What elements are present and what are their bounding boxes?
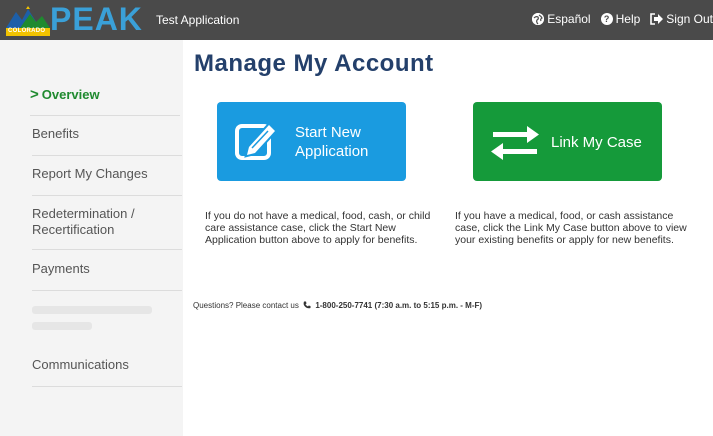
sidebar-item-label: Overview bbox=[41, 87, 100, 102]
sidebar-item-report-changes[interactable]: Report My Changes bbox=[32, 166, 182, 196]
sidebar-item-label: Payments bbox=[32, 261, 90, 276]
sidebar: > Overview Benefits Report My Changes Red… bbox=[0, 40, 183, 436]
top-bar: PEAK COLORADO Test Application Español ?… bbox=[0, 0, 713, 40]
sidebar-item-label: Report My Changes bbox=[32, 166, 148, 181]
swap-arrows-icon bbox=[491, 126, 539, 160]
contact-prefix: Questions? Please contact us bbox=[193, 301, 299, 310]
sidebar-item-benefits[interactable]: Benefits bbox=[32, 126, 182, 156]
chevron-right-icon: > bbox=[30, 86, 39, 103]
link-my-case-label: Link My Case bbox=[551, 134, 642, 151]
help-icon: ? bbox=[600, 13, 613, 25]
link-my-case-button[interactable]: Link My Case bbox=[473, 102, 662, 181]
language-label: Español bbox=[547, 12, 591, 26]
sidebar-item-payments[interactable]: Payments bbox=[32, 261, 182, 291]
sign-out-link[interactable]: Sign Out bbox=[650, 12, 713, 26]
sidebar-item-hidden-placeholder bbox=[32, 306, 152, 314]
sidebar-item-label: Benefits bbox=[32, 126, 79, 141]
language-link[interactable]: Español bbox=[532, 12, 591, 26]
sidebar-item-label: Redetermination / Recertification bbox=[32, 206, 135, 237]
phone-icon bbox=[303, 301, 311, 309]
app-title: Test Application bbox=[156, 13, 240, 27]
start-new-application-button[interactable]: Start New Application bbox=[217, 102, 406, 181]
globe-icon bbox=[532, 13, 545, 25]
sidebar-item-hidden-placeholder bbox=[32, 322, 92, 330]
sidebar-item-label: Communications bbox=[32, 357, 129, 372]
start-new-application-description: If you do not have a medical, food, cash… bbox=[205, 210, 431, 246]
page-title: Manage My Account bbox=[194, 50, 434, 77]
sign-out-icon bbox=[650, 13, 664, 25]
start-new-application-label: Start New Application bbox=[295, 124, 369, 160]
edit-icon bbox=[235, 122, 278, 160]
sidebar-item-redetermination[interactable]: Redetermination / Recertification bbox=[32, 206, 182, 250]
sign-out-label: Sign Out bbox=[666, 12, 713, 26]
logo-text: PEAK bbox=[50, 1, 143, 37]
sidebar-item-communications[interactable]: Communications bbox=[32, 357, 182, 387]
peak-logo[interactable]: PEAK COLORADO bbox=[6, 1, 146, 38]
contact-phone[interactable]: 1-800-250-7741 (7:30 a.m. to 5:15 p.m. -… bbox=[315, 301, 482, 310]
help-label: Help bbox=[615, 12, 641, 26]
sidebar-item-overview[interactable]: > Overview bbox=[30, 86, 180, 116]
link-my-case-description: If you have a medical, food, or cash ass… bbox=[455, 210, 687, 246]
top-links: Español ? Help Sign Out bbox=[522, 12, 713, 26]
logo-state-text: COLORADO bbox=[8, 28, 46, 34]
help-link[interactable]: ? Help bbox=[600, 12, 641, 26]
contact-info: Questions? Please contact us 1-800-250-7… bbox=[193, 301, 482, 310]
